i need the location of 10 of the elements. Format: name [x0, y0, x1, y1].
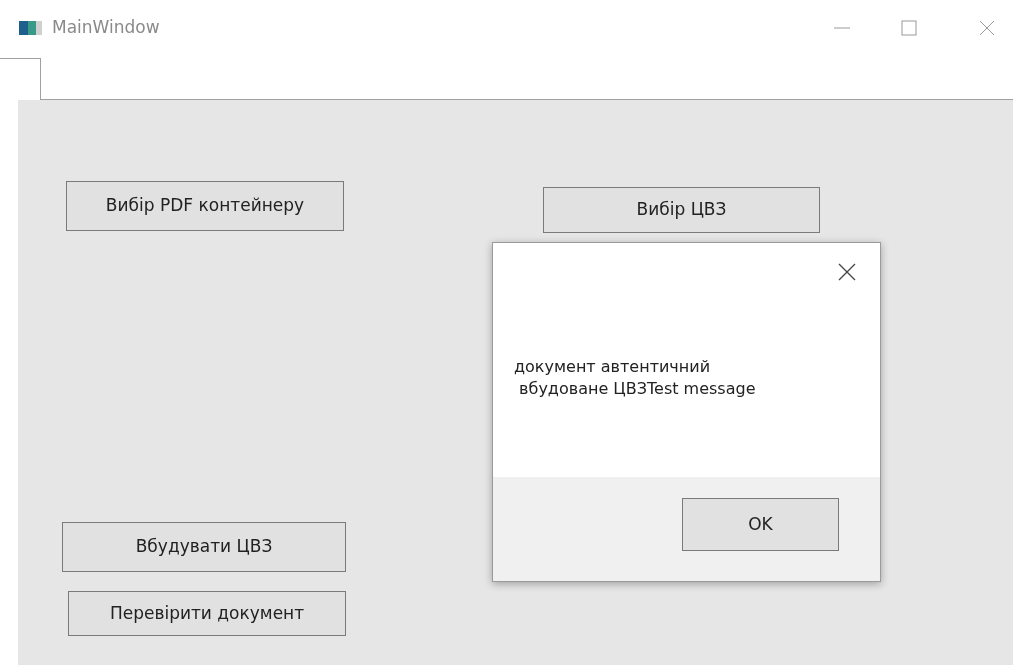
action-button[interactable]: Перевірити документ: [68, 591, 346, 636]
tab[interactable]: [0, 58, 41, 101]
action-button[interactable]: Вибір PDF контейнеру: [66, 181, 344, 231]
ok-button[interactable]: OK: [682, 498, 839, 551]
maximize-icon[interactable]: [901, 19, 917, 36]
action-button[interactable]: Вбудувати ЦВЗ: [62, 522, 346, 572]
window-title: MainWindow: [52, 15, 160, 39]
close-icon[interactable]: [838, 263, 856, 281]
action-button[interactable]: Вибір ЦВЗ: [543, 187, 820, 233]
message-text: документ автентичний вбудоване ЦВЗTest message: [514, 356, 757, 400]
